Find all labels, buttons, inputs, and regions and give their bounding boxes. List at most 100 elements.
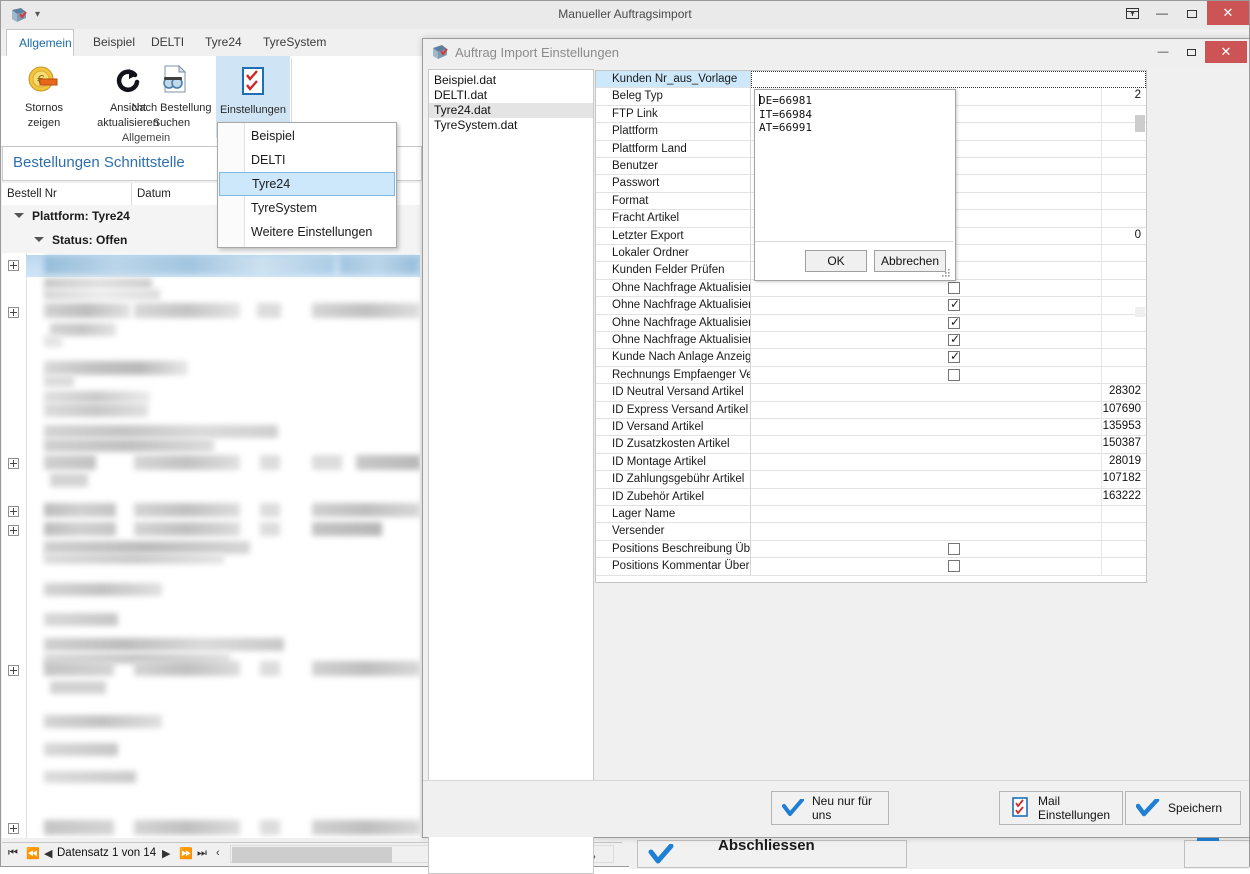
property-row-id-montage-artikel[interactable]: ID Montage Artikel 28019	[596, 453, 1146, 472]
tab-allgemein[interactable]: Allgemein	[6, 29, 74, 56]
property-value[interactable]: 135953	[751, 419, 1146, 437]
horizontal-scrollbar-thumb[interactable]	[232, 847, 392, 863]
expand-row-icon[interactable]	[8, 823, 19, 834]
property-value[interactable]	[751, 348, 1146, 367]
checkbox[interactable]	[948, 296, 960, 312]
property-row-lager-name[interactable]: Lager Name	[596, 506, 1146, 524]
checkbox[interactable]	[948, 281, 960, 294]
neu-nur-fuer-uns-button[interactable]: Neu nur für uns	[771, 791, 889, 825]
property-value[interactable]	[751, 314, 1146, 332]
ribbon-button-stornos-zeigen[interactable]: € Stornos zeigen	[5, 60, 83, 130]
prev-record-button[interactable]: ◀	[44, 847, 52, 860]
expand-row-icon[interactable]	[8, 665, 19, 676]
dialog-maximize-button[interactable]	[1177, 41, 1205, 63]
property-row-kunden-nr-aus-vorlage[interactable]: Kunden Nr_aus_Vorlage A	[596, 71, 1146, 89]
tab-tyre24[interactable]: Tyre24	[193, 29, 254, 56]
orders-data-grid[interactable]	[2, 253, 420, 838]
list-item-tyresystem-dat[interactable]: TyreSystem.dat	[429, 118, 593, 133]
ribbon-button-nach-bestellung-suchen[interactable]: Nach Bestellung Suchen	[129, 60, 214, 130]
property-row-id-zahlungsgebuehr-artikel[interactable]: ID Zahlungsgebühr Artikel 107182	[596, 471, 1146, 489]
property-value[interactable]	[751, 523, 1146, 541]
property-value[interactable]: A	[751, 71, 1146, 89]
mail-einstellungen-button[interactable]: Mail Einstellungen	[999, 791, 1123, 825]
menu-item-tyresystem[interactable]: TyreSystem	[219, 196, 395, 220]
property-value[interactable]	[751, 296, 1146, 315]
property-value[interactable]	[751, 558, 1146, 576]
abschliessen-button[interactable]: Abschliessen	[637, 838, 907, 868]
next-page-button[interactable]: ⏩	[179, 847, 193, 860]
last-record-button[interactable]: ⏭	[197, 847, 207, 860]
column-header-bestell-nr[interactable]: Bestell Nr	[2, 183, 132, 205]
expand-row-icon[interactable]	[8, 525, 19, 536]
property-value[interactable]: 163222	[751, 488, 1146, 506]
property-grid-scroll-down-button[interactable]	[1135, 307, 1145, 317]
dialog-close-button[interactable]: ✕	[1205, 41, 1247, 63]
tab-beispiel[interactable]: Beispiel	[81, 29, 147, 56]
property-row-positions-kommentar-uebernehmen[interactable]: Positions Kommentar Überne	[596, 558, 1146, 576]
prev-page-button[interactable]: ⏪	[26, 847, 40, 860]
property-value[interactable]: 107182	[751, 471, 1146, 489]
expand-row-icon[interactable]	[8, 458, 19, 469]
property-value[interactable]: 150387	[751, 436, 1146, 454]
property-row-id-zusatzkosten-artikel[interactable]: ID Zusatzkosten Artikel 150387	[596, 436, 1146, 454]
property-value[interactable]	[751, 331, 1146, 350]
ribbon-display-options-button[interactable]	[1117, 1, 1147, 25]
expand-row-icon[interactable]	[8, 260, 19, 271]
property-row-kunde-nach-anlage-anzeigen[interactable]: Kunde Nach Anlage Anzeiger	[596, 348, 1146, 367]
dat-file-list[interactable]: Beispiel.dat DELTI.dat Tyre24.dat TyreSy…	[428, 69, 594, 874]
tab-delti[interactable]: DELTI	[139, 29, 196, 56]
property-row-ohne-nachfrage-aktualisiere-2[interactable]: Ohne Nachfrage Aktualisiere	[596, 296, 1146, 315]
property-row-ohne-nachfrage-aktualisiere-1[interactable]: Ohne Nachfrage Aktualisiere	[596, 279, 1146, 298]
property-row-id-neutral-versand-artikel[interactable]: ID Neutral Versand Artikel 28302	[596, 384, 1146, 402]
property-grid-scrollbar-thumb[interactable]	[1135, 115, 1145, 132]
property-value[interactable]: 28019	[751, 453, 1146, 472]
property-row-ohne-nachfrage-aktualisiere-4[interactable]: Ohne Nachfrage Aktualisiere	[596, 331, 1146, 350]
memo-ok-button[interactable]: OK	[805, 250, 867, 272]
dialog-minimize-button[interactable]: —	[1149, 41, 1177, 63]
checkbox[interactable]	[948, 348, 960, 364]
speichern-button[interactable]: Speichern	[1125, 791, 1241, 825]
checkbox[interactable]	[948, 331, 960, 347]
value-divider	[1101, 349, 1102, 366]
expand-row-icon[interactable]	[8, 506, 19, 517]
menu-item-weitere-einstellungen[interactable]: Weitere Einstellungen	[219, 220, 395, 244]
property-value[interactable]	[751, 366, 1146, 385]
property-value[interactable]: 28302	[751, 384, 1146, 402]
menu-item-tyre24[interactable]: Tyre24	[219, 172, 395, 196]
checkbox[interactable]	[948, 542, 960, 555]
menu-item-delti[interactable]: DELTI	[219, 148, 395, 172]
list-item-tyre24-dat[interactable]: Tyre24.dat	[429, 103, 593, 118]
property-row-ohne-nachfrage-aktualisiere-3[interactable]: Ohne Nachfrage Aktualisiere	[596, 314, 1146, 332]
filter-button[interactable]: ‹	[216, 847, 220, 859]
menu-item-beispiel[interactable]: Beispiel	[219, 124, 395, 148]
property-value[interactable]	[751, 540, 1146, 559]
checkbox[interactable]	[948, 314, 960, 330]
memo-editor-textarea[interactable]: DE=66981 IT=66984 AT=66991	[755, 90, 953, 241]
property-row-versender[interactable]: Versender	[596, 523, 1146, 541]
checkbox[interactable]	[948, 368, 960, 381]
minimize-button[interactable]: —	[1147, 1, 1177, 25]
property-value[interactable]: 107690	[751, 401, 1146, 419]
redacted-text	[134, 522, 240, 536]
collapse-triangle-icon[interactable]	[34, 237, 44, 242]
tab-tyresystem[interactable]: TyreSystem	[251, 29, 338, 56]
checkbox[interactable]	[948, 560, 960, 573]
aendern-button[interactable]: ändern	[1184, 838, 1249, 868]
first-record-button[interactable]: ⏮	[8, 847, 18, 860]
maximize-button[interactable]	[1177, 1, 1207, 25]
property-row-id-versand-artikel[interactable]: ID Versand Artikel 135953	[596, 419, 1146, 437]
property-row-positions-beschreibung-uebernehmen[interactable]: Positions Beschreibung Überr	[596, 540, 1146, 559]
property-row-rechnungs-empfaenger-verwenden[interactable]: Rechnungs Empfaenger Verw	[596, 366, 1146, 385]
property-value[interactable]	[751, 506, 1146, 524]
close-button[interactable]: ✕	[1207, 1, 1249, 25]
list-item-delti-dat[interactable]: DELTI.dat	[429, 88, 593, 103]
memo-cancel-button[interactable]: Abbrechen	[874, 250, 946, 272]
property-row-id-zubehoer-artikel[interactable]: ID Zubehör Artikel 163222	[596, 488, 1146, 506]
list-item-beispiel-dat[interactable]: Beispiel.dat	[429, 73, 593, 88]
property-row-id-express-versand-artikel[interactable]: ID Express Versand Artikel 107690	[596, 401, 1146, 419]
collapse-triangle-icon[interactable]	[14, 213, 24, 218]
expand-row-icon[interactable]	[8, 307, 19, 318]
next-record-button[interactable]: ▶	[162, 847, 170, 860]
property-value[interactable]	[751, 279, 1146, 298]
resize-grip-icon[interactable]	[942, 269, 950, 277]
